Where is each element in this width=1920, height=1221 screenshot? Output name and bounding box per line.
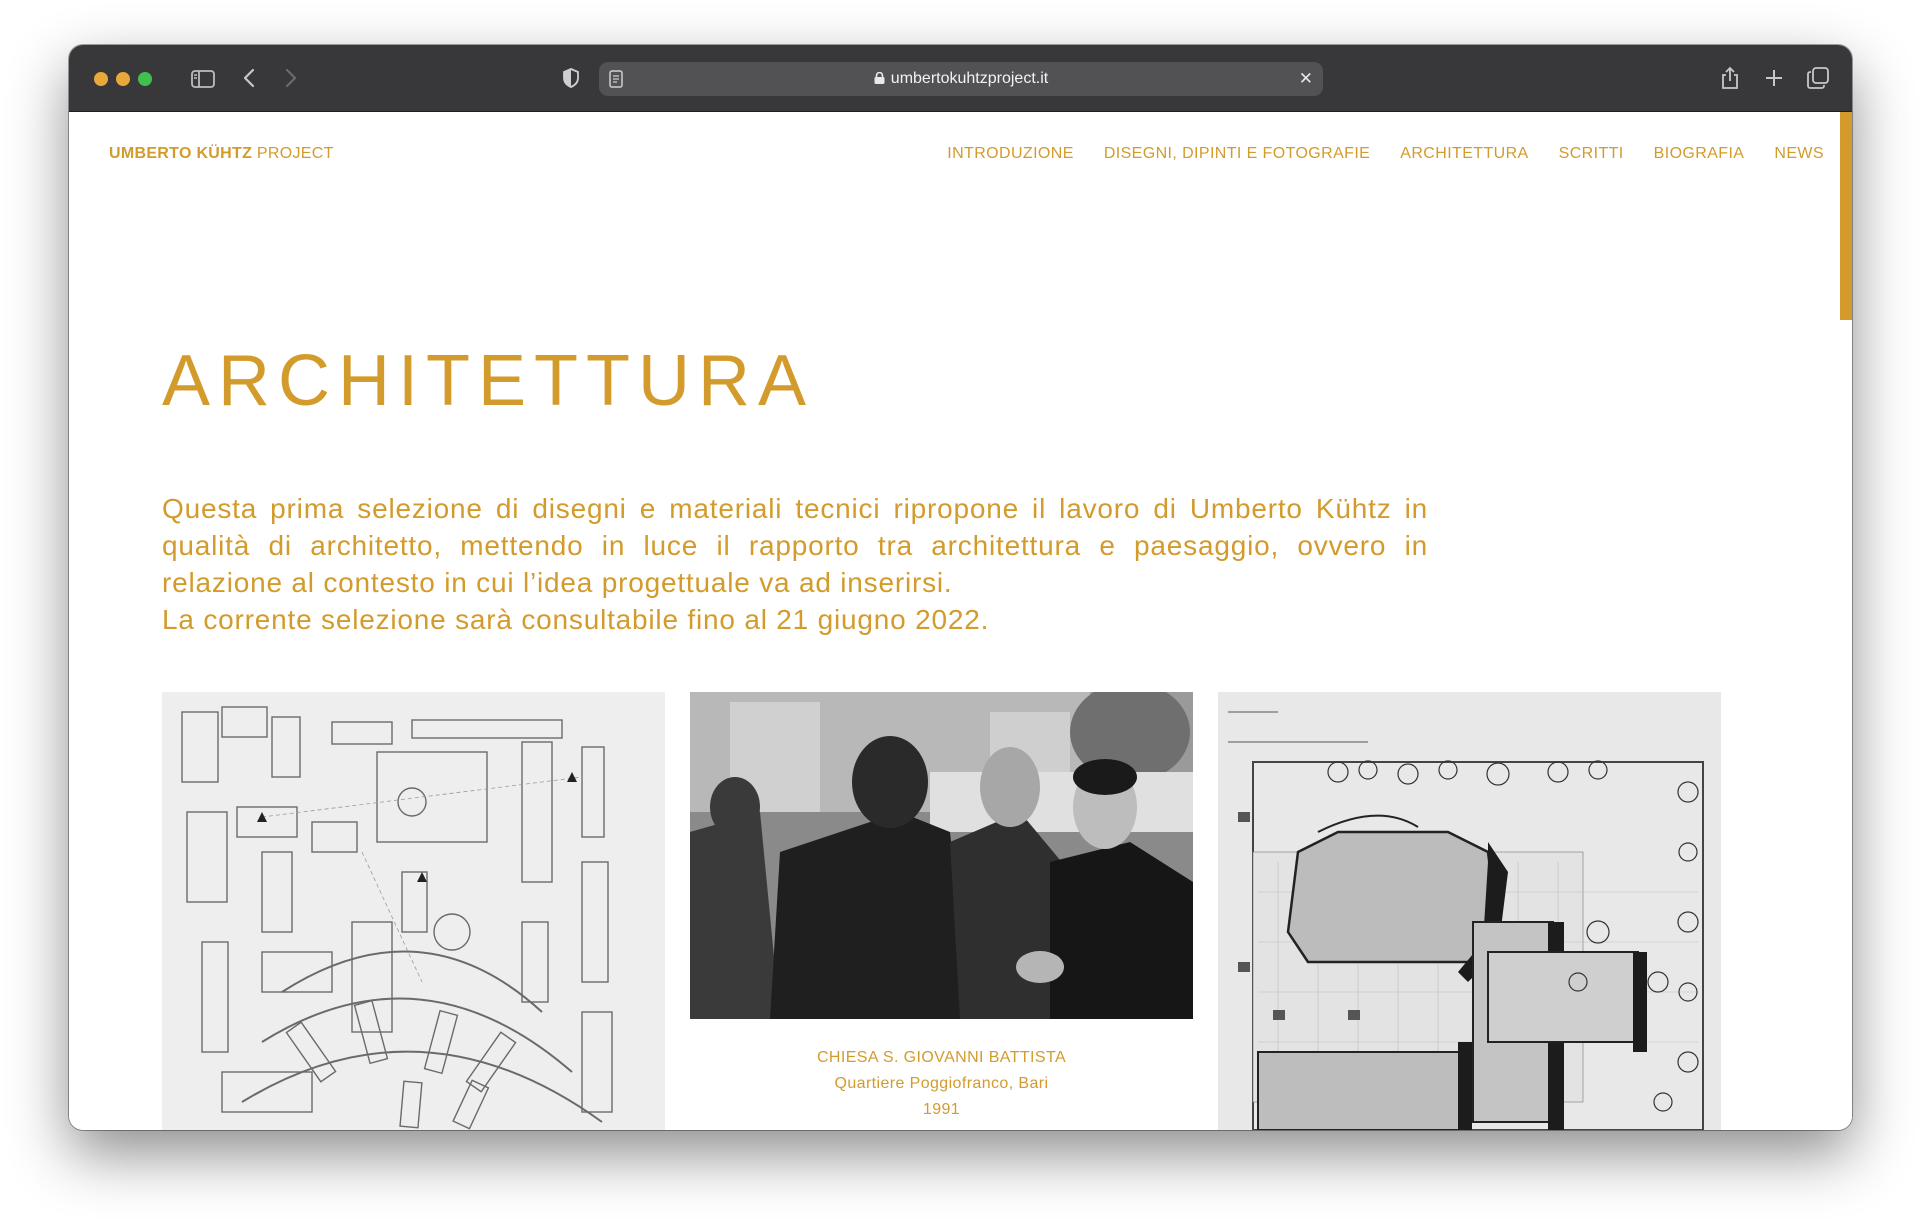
church-plan-drawing xyxy=(1218,692,1721,1130)
close-icon[interactable]: ✕ xyxy=(1299,62,1313,96)
caption-title: CHIESA S. GIOVANNI BATTISTA xyxy=(816,1049,1067,1066)
maximize-window-button[interactable] xyxy=(138,72,152,86)
page-title: ARCHITETTURA xyxy=(162,341,814,421)
nav-disegni-dipinti-fotografie[interactable]: DISEGNI, DIPINTI E FOTOGRAFIE xyxy=(1104,145,1370,163)
address-bar[interactable]: umbertokuhtzproject.it ✕ xyxy=(599,62,1323,96)
gallery-caption: CHIESA S. GIOVANNI BATTISTA Quartiere Po… xyxy=(690,1045,1193,1123)
scrollbar-thumb[interactable] xyxy=(1840,112,1852,320)
nav-biografia[interactable]: BIOGRAFIA xyxy=(1654,145,1745,163)
brand-name: UMBERTO KÜHTZ xyxy=(109,145,253,162)
gallery-image-site-plan[interactable] xyxy=(162,692,665,1130)
scrollbar[interactable] xyxy=(1840,112,1852,1130)
chevron-right-icon[interactable] xyxy=(279,63,303,93)
chevron-left-icon[interactable] xyxy=(237,63,261,93)
plus-icon[interactable] xyxy=(1761,63,1787,93)
caption-year: 1991 xyxy=(922,1101,961,1118)
shield-icon[interactable] xyxy=(559,63,583,93)
minimize-window-button[interactable] xyxy=(116,72,130,86)
nav-news[interactable]: NEWS xyxy=(1774,145,1824,163)
event-photo xyxy=(690,692,1193,1019)
gallery-image-church-plan[interactable] xyxy=(1218,692,1721,1130)
gallery-image-photo[interactable] xyxy=(690,692,1193,1019)
share-icon[interactable] xyxy=(1717,63,1743,93)
caption-place: Quartiere Poggiofranco, Bari xyxy=(834,1075,1049,1092)
url-text: umbertokuhtzproject.it xyxy=(890,70,1049,87)
site-plan-drawing xyxy=(162,692,665,1130)
browser-toolbar: umbertokuhtzproject.it ✕ xyxy=(69,45,1852,112)
brand-suffix: PROJECT xyxy=(256,145,334,162)
lock-icon xyxy=(874,72,885,84)
intro-note: La corrente selezione sarà consultabile … xyxy=(162,604,990,635)
intro-text: Questa prima selezione di disegni e mate… xyxy=(162,490,1428,638)
sidebar-icon[interactable] xyxy=(189,63,217,93)
intro-paragraph: Questa prima selezione di disegni e mate… xyxy=(162,493,1428,598)
close-window-button[interactable] xyxy=(94,72,108,86)
web-page: UMBERTO KÜHTZ PROJECT INTRODUZIONE DISEG… xyxy=(69,112,1852,1130)
nav-architettura[interactable]: ARCHITETTURA xyxy=(1400,145,1528,163)
url-display[interactable]: umbertokuhtzproject.it xyxy=(599,62,1323,96)
tabs-icon[interactable] xyxy=(1805,63,1831,93)
site-brand-link[interactable]: UMBERTO KÜHTZ PROJECT xyxy=(109,145,334,163)
main-nav: INTRODUZIONE DISEGNI, DIPINTI E FOTOGRAF… xyxy=(947,145,1824,163)
nav-introduzione[interactable]: INTRODUZIONE xyxy=(947,145,1074,163)
browser-window: umbertokuhtzproject.it ✕ UMBERTO KÜHTZ P… xyxy=(69,45,1852,1130)
nav-scritti[interactable]: SCRITTI xyxy=(1559,145,1624,163)
